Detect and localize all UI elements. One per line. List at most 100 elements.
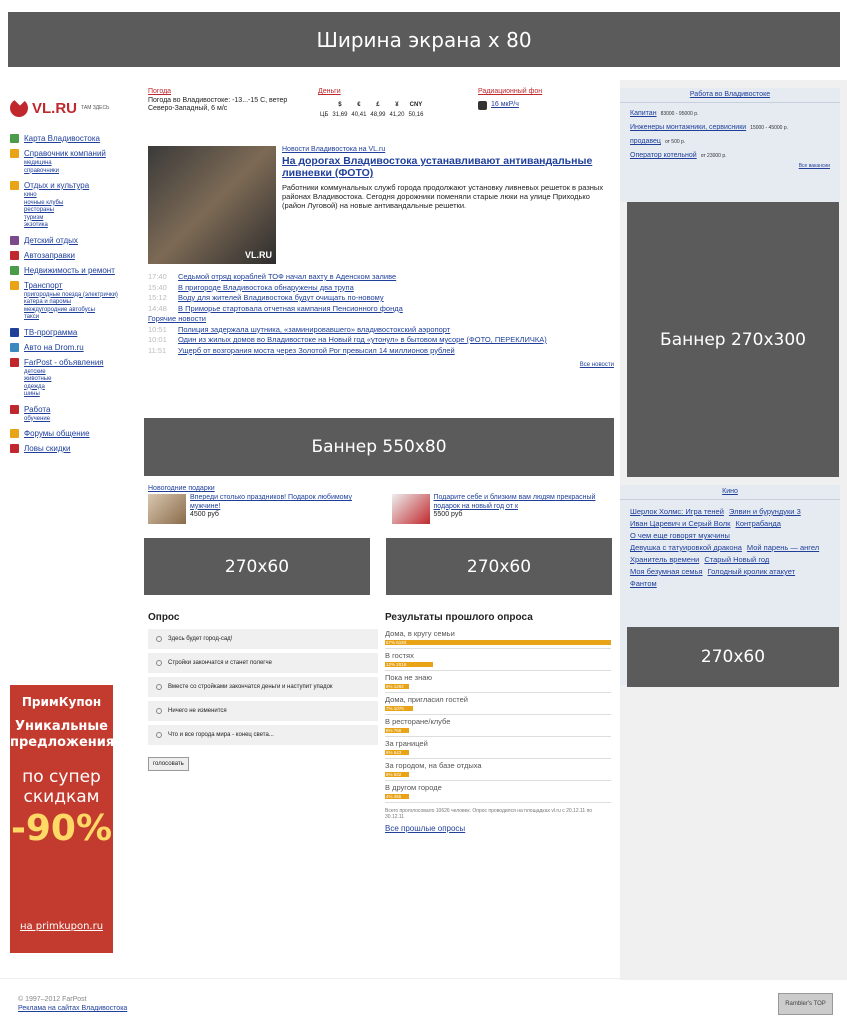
ad-link[interactable]: Реклама на сайтах Владивостока [18,1004,127,1013]
banner-270x300[interactable]: Баннер 270x300 [627,202,839,477]
all-vacancies-link[interactable]: Все вакансии [620,163,840,169]
nav-item[interactable]: ТВ-программа [10,327,138,337]
poll-radio[interactable] [156,732,162,738]
nav-item[interactable]: Справочник компаний [10,149,138,158]
nav-item-label[interactable]: ТВ-программа [24,328,77,337]
movie-link[interactable]: Контрабанда [735,518,780,530]
news-link[interactable]: Седьмой отряд кораблей ТОФ начал вахту в… [178,272,396,283]
job-title[interactable]: Капитан [630,110,657,117]
nav-item-label[interactable]: Отдых и культура [24,181,89,190]
nav-item-label[interactable]: FarPost - объявления [24,358,104,367]
news-link[interactable]: Воду для жителей Владивостока будут очищ… [178,293,384,304]
poll-option[interactable]: Что и все города мира - конец света... [148,725,378,745]
movie-link[interactable]: Мой парень — ангел [747,542,819,554]
nav-subitem[interactable]: ночные клубы [24,200,138,208]
nav-item-label[interactable]: Справочник компаний [24,149,106,158]
nav-subitem[interactable]: кино [24,192,138,200]
vote-button[interactable]: голосовать [148,757,189,771]
nav-item-label[interactable]: Ловы скидки [24,444,71,453]
nav-item[interactable]: Карта Владивостока [10,134,138,143]
nav-subitem[interactable]: экзотика [24,222,138,230]
all-polls-link[interactable]: Все прошлые опросы [385,824,611,833]
site-logo[interactable]: VL.RU ТАМ ЗДЕСЬ [10,88,138,128]
nav-subitem[interactable]: медицина [24,160,138,168]
movie-link[interactable]: Девушка с татуировкой дракона [630,542,742,554]
nav-subitem[interactable]: шины [24,391,138,399]
news-link[interactable]: В пригороде Владивостока обнаружены два … [178,283,354,294]
nav-subitem[interactable]: междугородние автобусы [24,307,138,315]
nav-subitem[interactable]: животные [24,376,138,384]
gifts-header[interactable]: Новогодние подарки [148,485,614,492]
nav-subitem[interactable]: пригородные поезда (электрички) [24,292,138,300]
nav-item-label[interactable]: Карта Владивостока [24,134,100,143]
weather-header[interactable]: Погода [148,88,308,97]
nav-item[interactable]: Авто на Drom.ru [10,342,138,352]
jobs-header[interactable]: Работа во Владивостоке [620,88,840,103]
poll-option[interactable]: Вместе со стройками закончатся деньги и … [148,677,378,697]
poll-radio[interactable] [156,636,162,642]
nav-item[interactable]: Отдых и культура [10,181,138,190]
job-title[interactable]: Оператор котельной [630,152,697,159]
nav-item-label[interactable]: Транспорт [24,281,62,290]
news-section-link[interactable]: Новости Владивостока на VL.ru [282,146,614,153]
promo-banner[interactable]: ПримКупон Уникальные предложения по супе… [10,685,114,953]
poll-option[interactable]: Здесь будет город-сад! [148,629,378,649]
nav-item[interactable]: Недвижимость и ремонт [10,265,138,275]
rambler-counter-badge[interactable]: Rambler's TOP [778,993,833,1015]
nav-subitem[interactable]: катера и паромы [24,299,138,307]
radiation-header[interactable]: Радиационный фон [478,88,588,97]
movie-link[interactable]: Голодный кролик атакует [708,566,796,578]
nav-item-label[interactable]: Автозаправки [24,251,75,260]
movie-link[interactable]: Элвин и бурундуки 3 [729,506,801,518]
news-link[interactable]: Один из жилых домов во Владивостоке на Н… [178,335,547,346]
poll-radio[interactable] [156,684,162,690]
banner-270x60-sidebar[interactable]: 270x60 [627,627,839,687]
gift-title[interactable]: Впереди столько праздников! Подарок люби… [190,494,368,511]
nav-subitem[interactable]: детские [24,369,138,377]
nav-item[interactable]: Транспорт [10,280,138,290]
news-photo[interactable]: VL.RU [148,146,276,264]
hot-news-header[interactable]: Горячие новости [148,314,614,325]
movie-link[interactable]: Иван Царевич и Серый Волк [630,518,730,530]
nav-subitem[interactable]: одежда [24,384,138,392]
nav-subitem[interactable]: такси [24,314,138,322]
gift-title[interactable]: Подарите себе и близким вам людям прекра… [434,494,614,511]
poll-option[interactable]: Стройки закончатся и станет полегче [148,653,378,673]
nav-item-label[interactable]: Авто на Drom.ru [24,343,84,352]
movie-link[interactable]: Хранитель времени [630,554,699,566]
news-link[interactable]: Ущерб от возгорания моста через Золотой … [178,346,455,357]
nav-item[interactable]: Детский отдых [10,235,138,245]
gift-item[interactable]: Впереди столько праздников! Подарок люби… [148,494,368,524]
radiation-value[interactable]: 16 мкР/ч [491,101,519,110]
news-link[interactable]: Полиция задержала шутника, «заминировавш… [178,325,450,336]
nav-item-label[interactable]: Детский отдых [24,236,78,245]
banner-270x60-right[interactable]: 270x60 [386,538,612,595]
nav-subitem[interactable]: справочники [24,168,138,176]
all-news-link[interactable]: Все новости [148,360,614,371]
news-headline[interactable]: На дорогах Владивостока устанавливают ан… [282,155,614,179]
movie-link[interactable]: Фантом [630,578,657,590]
poll-radio[interactable] [156,660,162,666]
nav-item[interactable]: FarPost - объявления [10,357,138,367]
nav-item-label[interactable]: Форумы общение [24,429,90,438]
nav-item-label[interactable]: Недвижимость и ремонт [24,266,115,275]
banner-270x60-left[interactable]: 270x60 [144,538,370,595]
movie-link[interactable]: Старый Новый год [704,554,769,566]
nav-item[interactable]: Автозаправки [10,250,138,260]
banner-550x80[interactable]: Баннер 550x80 [144,418,614,476]
movie-link[interactable]: Моя безумная семья [630,566,703,578]
job-title[interactable]: продавец [630,138,661,145]
movie-link[interactable]: Шерлок Холмс: Игра теней [630,506,724,518]
movie-link[interactable]: О чем еще говорят мужчины [630,530,730,542]
nav-subitem[interactable]: рестораны [24,207,138,215]
poll-radio[interactable] [156,708,162,714]
nav-item[interactable]: Форумы общение [10,429,138,438]
news-link[interactable]: В Приморье стартовала отчетная кампания … [178,304,403,315]
promo-site-link[interactable]: на primkupon.ru [10,921,113,932]
nav-subitem[interactable]: туризм [24,215,138,223]
poll-option[interactable]: Ничего не изменится [148,701,378,721]
cinema-header[interactable]: Кино [620,485,840,500]
nav-subitem[interactable]: обучение [24,416,138,424]
money-header[interactable]: Деньги [318,88,468,97]
nav-item-label[interactable]: Работа [24,405,50,414]
